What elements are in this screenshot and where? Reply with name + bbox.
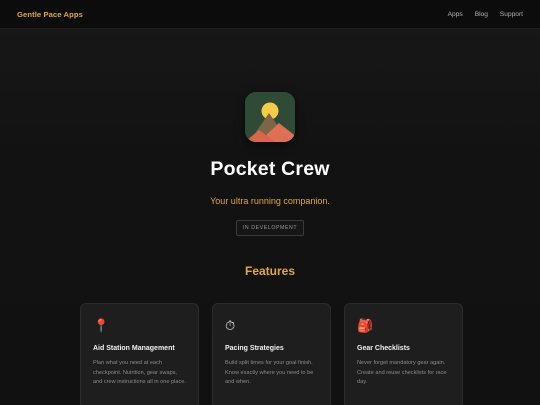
status-badge-wrapper: IN DEVELOPMENT: [0, 216, 540, 236]
pushpin-icon: 📍: [93, 318, 110, 333]
app-title: Pocket Crew: [210, 158, 330, 180]
feature-card-text: Never forget mandatory gear again. Creat…: [357, 360, 447, 385]
features-heading: Features: [244, 264, 296, 278]
feature-cards: 📍 Aid Station Management Plan what you n…: [80, 303, 463, 405]
main-nav: Apps Blog Support: [448, 11, 523, 18]
feature-card-aid-station: 📍 Aid Station Management Plan what you n…: [80, 303, 199, 405]
app-icon: [245, 92, 295, 142]
feature-card-gear: 🎒 Gear Checklists Never forget mandatory…: [344, 303, 463, 405]
backpack-icon: 🎒: [357, 318, 374, 333]
app-tagline: Your ultra running companion.: [210, 196, 330, 206]
feature-card-title: Aid Station Management: [93, 345, 175, 352]
stopwatch-icon: ⏱: [225, 318, 236, 333]
feature-card-text: Plan what you need at each checkpoint. N…: [93, 360, 186, 385]
feature-card-title: Gear Checklists: [357, 345, 410, 352]
nav-link-apps[interactable]: Apps: [448, 11, 463, 18]
top-navigation-bar: Gentle Pace Apps Apps Blog Support: [0, 0, 540, 29]
feature-card-text: Build split times for your goal finish. …: [225, 360, 314, 385]
page: Gentle Pace Apps Apps Blog Support Pocke…: [0, 0, 540, 405]
status-badge: IN DEVELOPMENT: [235, 220, 305, 236]
feature-card-pacing: ⏱ Pacing Strategies Build split times fo…: [212, 303, 331, 405]
brand-logo-text[interactable]: Gentle Pace Apps: [17, 10, 83, 19]
feature-card-title: Pacing Strategies: [225, 345, 284, 352]
nav-link-blog[interactable]: Blog: [475, 11, 488, 18]
mountain-sun-icon: [245, 92, 295, 142]
nav-link-support[interactable]: Support: [500, 11, 523, 18]
